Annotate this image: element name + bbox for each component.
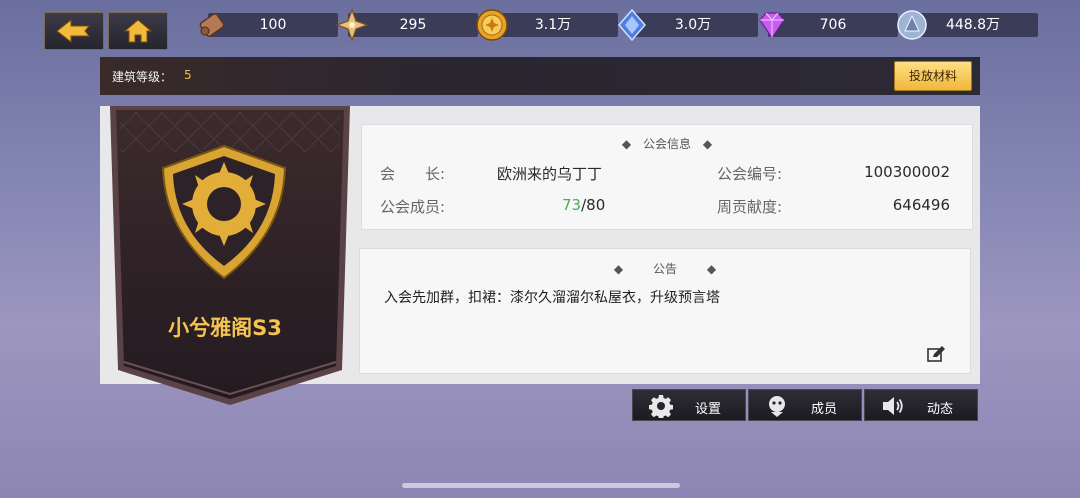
members-button[interactable]: 成员 xyxy=(748,389,862,421)
back-button[interactable] xyxy=(44,12,104,50)
diamond-bullet-icon: ◆ xyxy=(621,137,632,151)
resource-scroll: 100 xyxy=(199,13,338,37)
notice-title: ◆ 公告 ◆ xyxy=(360,260,970,277)
leader-label: 会 长: xyxy=(380,165,446,183)
weekly-contribution-label: 周贡献度: xyxy=(717,198,783,216)
diamond-bullet-icon: ◆ xyxy=(706,262,717,276)
level-label: 建筑等级： xyxy=(112,70,173,84)
guild-info-title-text: 公会信息 xyxy=(642,137,691,151)
gear-icon xyxy=(649,395,673,418)
guild-info-title: ◆ 公会信息 ◆ xyxy=(362,135,972,152)
members-label: 公会成员: xyxy=(380,198,446,216)
scroll-count: 100 xyxy=(259,17,287,33)
settings-label: 设置 xyxy=(695,402,722,417)
members-value: 73/80 xyxy=(562,196,605,214)
speaker-icon xyxy=(883,397,903,415)
resource-orb: 448.8万 xyxy=(897,10,1038,40)
guild-id-value: 100300002 xyxy=(864,163,950,181)
guild-id-label: 公会编号: xyxy=(717,165,783,183)
home-button[interactable] xyxy=(108,12,168,50)
deposit-materials-button[interactable]: 投放材料 xyxy=(894,61,972,91)
notice-text: 入会先加群，扣裙：漆尔久溜溜尔私屋衣，升级预言塔 xyxy=(384,290,720,306)
home-indicator[interactable] xyxy=(402,483,680,488)
activity-button[interactable]: 动态 xyxy=(864,389,978,421)
members-button-label: 成员 xyxy=(811,402,838,417)
resource-gold: 3.1万 xyxy=(476,9,618,41)
resource-diamond: 706 xyxy=(759,12,898,40)
weekly-contribution-value: 646496 xyxy=(892,196,950,214)
guild-notice-card: ◆ 公告 ◆ 入会先加群，扣裙：漆尔久溜溜尔私屋衣，升级预言塔 xyxy=(360,249,970,373)
building-level-bar: 建筑等级： 5 投放材料 xyxy=(100,57,980,95)
members-current: 73 xyxy=(562,196,582,214)
diamond-bullet-icon: ◆ xyxy=(702,137,713,151)
star-count: 295 xyxy=(399,17,427,33)
diamond-count: 706 xyxy=(819,17,847,33)
guild-name: 小兮雅阁S3 xyxy=(168,316,282,340)
level-value: 5 xyxy=(184,68,192,82)
leader-value: 欧洲来的乌丁丁 xyxy=(497,165,603,183)
resource-star: 295 xyxy=(335,8,478,42)
home-icon xyxy=(123,19,153,43)
gold-count: 3.1万 xyxy=(534,17,572,33)
guild-emblem-icon xyxy=(161,144,287,280)
guild-info-card: ◆ 公会信息 ◆ 会 长: 欧洲来的乌丁丁 公会编号: 100300002 公会… xyxy=(362,125,972,229)
notice-title-text: 公告 xyxy=(652,262,677,276)
back-arrow-icon xyxy=(56,18,91,44)
member-avatar-icon xyxy=(769,396,785,417)
crystal-count: 3.0万 xyxy=(674,17,712,33)
members-max: /80 xyxy=(581,196,606,214)
settings-button[interactable]: 设置 xyxy=(632,389,746,421)
resource-crystal: 3.0万 xyxy=(618,8,758,42)
edit-icon[interactable] xyxy=(926,345,946,363)
diamond-bullet-icon: ◆ xyxy=(613,262,624,276)
activity-label: 动态 xyxy=(927,402,954,417)
orb-count: 448.8万 xyxy=(945,17,1001,33)
